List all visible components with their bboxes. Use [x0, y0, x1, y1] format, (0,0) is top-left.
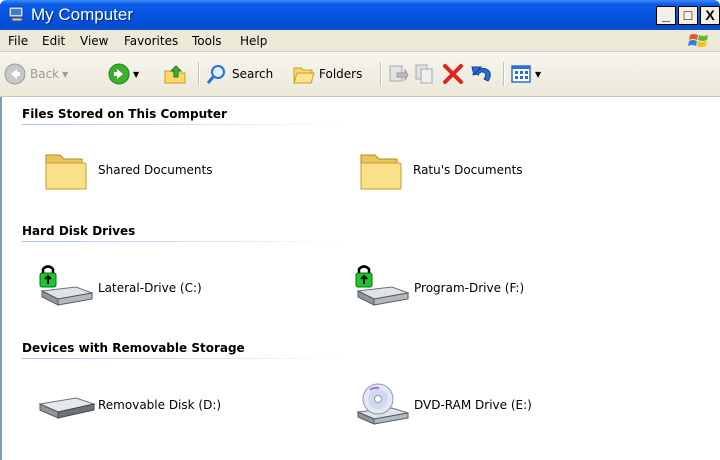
undo-button[interactable]: [470, 62, 494, 86]
delete-x-icon: [443, 64, 463, 84]
list-item-ratus-documents[interactable]: Ratu's Documents: [357, 147, 523, 193]
up-folder-icon: [164, 65, 186, 84]
up-folder-button[interactable]: [163, 62, 187, 86]
folders-button[interactable]: Folders: [292, 62, 362, 86]
forward-dropdown-icon[interactable]: ▼: [133, 70, 139, 79]
folders-icon: [293, 67, 315, 84]
list-item-program-drive[interactable]: Program-Drive (F:): [352, 265, 524, 311]
dvd-drive-icon: [356, 383, 409, 425]
list-item-removable-disk[interactable]: Removable Disk (D:): [36, 382, 221, 428]
menu-favorites[interactable]: Favorites: [124, 34, 178, 48]
folder-icon: [360, 154, 402, 190]
locked-hard-drive-icon: [39, 265, 94, 306]
locked-hard-drive-icon: [355, 265, 410, 306]
back-button[interactable]: Back ▼: [4, 62, 68, 86]
folders-label: Folders: [319, 67, 363, 81]
my-computer-icon: [8, 6, 24, 22]
minimize-button[interactable]: _: [656, 6, 676, 25]
item-label: Removable Disk (D:): [98, 398, 222, 412]
maximize-button[interactable]: □: [678, 6, 698, 25]
menu-tools[interactable]: Tools: [192, 34, 222, 48]
back-dropdown-icon[interactable]: ▼: [62, 70, 68, 79]
group-divider: [22, 241, 347, 242]
window-title: My Computer: [31, 5, 134, 24]
item-label: Lateral-Drive (C:): [98, 281, 202, 295]
undo-icon: [471, 66, 491, 82]
views-dropdown-icon[interactable]: ▼: [535, 70, 541, 79]
back-arrow-icon: [4, 63, 26, 85]
close-button[interactable]: X: [700, 6, 720, 25]
group-divider: [22, 358, 347, 359]
standard-toolbar: Back ▼ ▼ Search Folders ▼: [0, 52, 720, 97]
group-header-hard-disks: Hard Disk Drives: [22, 224, 136, 238]
delete-button[interactable]: [442, 62, 464, 86]
item-label: Ratu's Documents: [413, 163, 523, 177]
folder-content-pane: Files Stored on This Computer Shared Doc…: [0, 97, 720, 460]
views-grid-icon: [511, 65, 531, 83]
back-label: Back: [30, 67, 60, 81]
list-item-shared-documents[interactable]: Shared Documents: [42, 147, 212, 193]
forward-button[interactable]: ▼: [108, 62, 139, 86]
item-label: Program-Drive (F:): [414, 281, 525, 295]
move-to-button[interactable]: [387, 62, 409, 86]
move-to-icon: [389, 65, 409, 82]
windows-logo-icon: [688, 34, 708, 47]
forward-arrow-icon: [108, 63, 130, 85]
list-item-dvd-ram-drive[interactable]: DVD-RAM Drive (E:): [352, 382, 532, 428]
search-icon: [206, 65, 225, 84]
menu-edit[interactable]: Edit: [42, 34, 65, 48]
group-header-removable: Devices with Removable Storage: [22, 341, 245, 355]
copy-to-icon: [415, 64, 433, 84]
list-item-lateral-drive[interactable]: Lateral-Drive (C:): [36, 265, 202, 311]
folder-icon: [45, 154, 87, 190]
menu-bar: File Edit View Favorites Tools Help: [0, 30, 720, 52]
group-header-files: Files Stored on This Computer: [22, 107, 227, 121]
menu-help[interactable]: Help: [240, 34, 267, 48]
group-divider: [22, 124, 347, 125]
caption-buttons: _ □ X: [656, 6, 720, 25]
title-bar[interactable]: My Computer _ □ X: [0, 0, 720, 30]
menu-file[interactable]: File: [8, 34, 28, 48]
search-label: Search: [232, 67, 274, 81]
search-button[interactable]: Search: [206, 62, 273, 86]
menu-view[interactable]: View: [80, 34, 108, 48]
item-label: Shared Documents: [98, 163, 213, 177]
item-label: DVD-RAM Drive (E:): [414, 398, 532, 412]
removable-disk-icon: [38, 397, 96, 419]
views-button[interactable]: ▼: [510, 62, 541, 86]
copy-to-button[interactable]: [414, 62, 436, 86]
